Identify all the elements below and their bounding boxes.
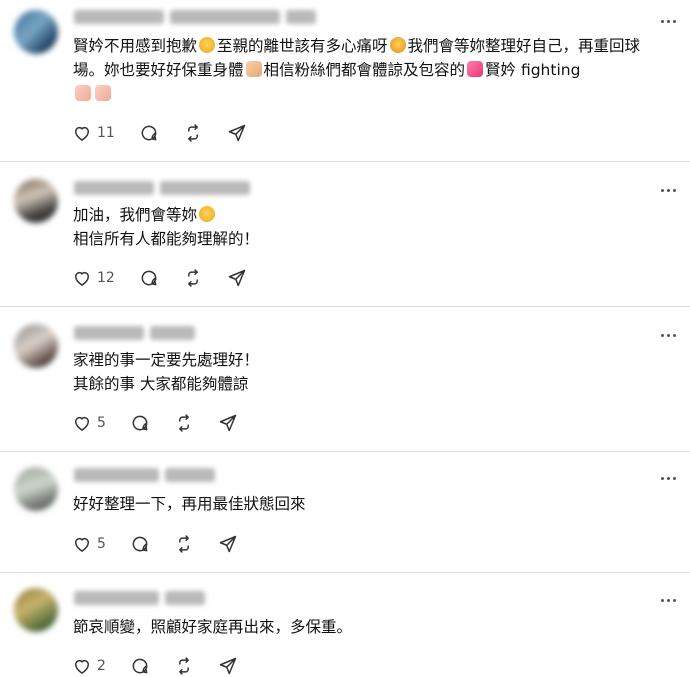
share-button[interactable]: [218, 656, 238, 676]
repost-icon: [187, 269, 198, 287]
comment-2: 加油，我們會等妳 相信所有人都能夠理解的！ 12: [0, 161, 690, 306]
heart-hands-emoji: [75, 85, 91, 101]
share-button[interactable]: [218, 534, 238, 554]
username-blurred: [74, 468, 215, 482]
username-blurred: [74, 10, 316, 24]
reply-button[interactable]: [130, 656, 150, 676]
send-icon: [228, 269, 246, 287]
like-button[interactable]: 5: [72, 534, 106, 554]
comment-5: 節哀順變，照顧好家庭再出來，多保重。 2: [0, 572, 690, 676]
comment-text: 賢妗不用感到抱歉 至親的離世該有多心痛呀 我們會等妳整理好自己，再重回球場。妳也要好…: [73, 34, 670, 106]
comment-3: 家裡的事一定要先處理好！ 其餘的事 大家都能夠體諒 5: [0, 306, 690, 451]
reply-button[interactable]: [139, 268, 159, 288]
smiling-face-emoji: [199, 206, 216, 222]
comment-text: 節哀順變，照顧好家庭再出來，多保重。: [73, 618, 353, 636]
like-button[interactable]: 11: [72, 123, 115, 143]
like-count: 5: [97, 415, 106, 431]
like-count: 2: [97, 658, 106, 674]
sad-face-emoji: [199, 37, 216, 53]
avatar[interactable]: [14, 10, 58, 54]
send-icon: [219, 657, 237, 675]
share-button[interactable]: [218, 413, 238, 433]
heart-icon: [75, 537, 89, 552]
flexed-arm-emoji: [245, 61, 262, 77]
repost-button[interactable]: [174, 534, 194, 554]
more-options-button[interactable]: [658, 475, 678, 481]
comment-bubble-icon: [141, 125, 157, 141]
like-count: 11: [97, 125, 115, 141]
comment-text: 好好整理一下，再用最佳狀態回來: [73, 495, 306, 513]
comment-bubble-icon: [132, 415, 148, 431]
avatar[interactable]: [14, 324, 58, 368]
like-button[interactable]: 2: [72, 656, 106, 676]
like-count: 5: [97, 536, 106, 552]
comment-text: 加油，我們會等妳 相信所有人都能夠理解的！: [73, 206, 260, 248]
action-bar: 12: [72, 267, 271, 289]
username-blurred: [74, 181, 250, 195]
like-button[interactable]: 5: [72, 413, 106, 433]
comment-4: 好好整理一下，再用最佳狀態回來 5: [0, 451, 690, 572]
comment-bubble-icon: [141, 270, 157, 286]
heart-hands-emoji: [95, 85, 111, 101]
reply-button[interactable]: [139, 123, 159, 143]
more-options-button[interactable]: [658, 187, 678, 193]
more-options-button[interactable]: [658, 597, 678, 603]
send-icon: [219, 535, 237, 553]
username-blurred: [74, 591, 205, 605]
action-bar: 2: [72, 655, 262, 677]
repost-button[interactable]: [183, 123, 203, 143]
repost-icon: [179, 657, 189, 675]
reply-button[interactable]: [130, 413, 150, 433]
heart-icon: [75, 271, 89, 286]
avatar[interactable]: [14, 588, 58, 632]
username-blurred: [74, 326, 195, 340]
action-bar: 11: [72, 122, 271, 144]
heart-icon: [75, 126, 89, 141]
repost-button[interactable]: [183, 268, 203, 288]
repost-button[interactable]: [174, 413, 194, 433]
comment-bubble-icon: [132, 536, 148, 552]
comment-1: 賢妗不用感到抱歉 至親的離世該有多心痛呀 我們會等妳整理好自己，再重回球場。妳也要好…: [0, 0, 690, 161]
two-hearts-emoji: [467, 61, 484, 77]
send-icon: [228, 124, 246, 142]
action-bar: 5: [72, 412, 262, 434]
repost-icon: [179, 535, 189, 553]
avatar[interactable]: [14, 467, 58, 511]
avatar[interactable]: [14, 179, 58, 223]
repost-icon: [187, 124, 198, 142]
crying-face-emoji: [389, 37, 406, 53]
repost-button[interactable]: [174, 656, 194, 676]
share-button[interactable]: [227, 268, 247, 288]
reply-button[interactable]: [130, 534, 150, 554]
heart-icon: [75, 416, 89, 431]
heart-icon: [75, 659, 89, 674]
more-options-button[interactable]: [658, 332, 678, 338]
repost-icon: [179, 414, 189, 432]
like-button[interactable]: 12: [72, 268, 115, 288]
action-bar: 5: [72, 533, 262, 555]
like-count: 12: [97, 270, 115, 286]
more-options-button[interactable]: [658, 18, 678, 24]
comment-bubble-icon: [132, 658, 148, 674]
share-button[interactable]: [227, 123, 247, 143]
send-icon: [219, 414, 237, 432]
comment-text: 家裡的事一定要先處理好！ 其餘的事 大家都能夠體諒: [73, 351, 260, 393]
